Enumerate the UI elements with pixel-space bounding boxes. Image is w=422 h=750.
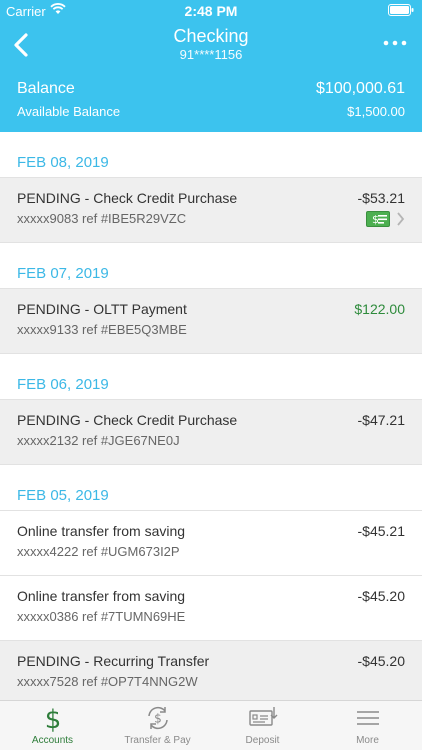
svg-text:$: $ (372, 213, 379, 226)
transaction-row[interactable]: PENDING - Check Credit Purchase xxxxx213… (0, 400, 422, 465)
transaction-amount: $122.00 (354, 301, 405, 317)
page-title: Checking (173, 26, 249, 46)
transaction-amount: -$53.21 (357, 190, 405, 206)
svg-text:$: $ (154, 712, 162, 726)
available-balance-row: Available Balance $1,500.00 (17, 104, 405, 120)
tab-label: Transfer & Pay (124, 735, 191, 746)
check-image-icon[interactable]: $ (366, 211, 390, 227)
svg-text:$: $ (44, 705, 61, 732)
header: Carrier 2:48 PM Checking 91****1156 Bala… (0, 0, 422, 132)
transaction-amount: -$45.21 (357, 523, 405, 539)
transaction-description: Online transfer from saving (17, 588, 186, 604)
transaction-amount: -$45.20 (357, 588, 405, 604)
tab-accounts[interactable]: $ Accounts (0, 701, 105, 750)
status-time: 2:48 PM (184, 3, 238, 19)
transaction-amount: -$45.20 (357, 653, 405, 669)
chevron-right-icon (397, 212, 405, 226)
title-block: Checking 91****1156 (80, 25, 342, 63)
nav-bar: Checking 91****1156 (0, 22, 422, 72)
transaction-description: PENDING - Check Credit Purchase (17, 190, 238, 206)
available-balance-label: Available Balance (17, 104, 121, 119)
transaction-description: PENDING - OLTT Payment (17, 301, 187, 317)
tab-label: Accounts (31, 735, 74, 746)
transaction-reference: xxxxx2132 ref #JGE67NE0J (17, 433, 180, 448)
ellipsis-icon (383, 40, 407, 46)
transaction-reference: xxxxx4222 ref #UGM673I2P (17, 544, 180, 559)
account-number: 91****1156 (179, 47, 243, 62)
battery-icon (388, 4, 414, 16)
more-options-button[interactable] (382, 30, 408, 56)
date-header: FEB 08, 2019 (0, 132, 422, 178)
available-balance-value: $1,500.00 (347, 104, 405, 119)
transaction-description: PENDING - Check Credit Purchase (17, 412, 238, 428)
date-header: FEB 07, 2019 (0, 243, 422, 289)
tab-label: Deposit (245, 735, 280, 746)
transaction-row[interactable]: PENDING - Recurring Transfer xxxxx7528 r… (0, 641, 422, 700)
transaction-description: Online transfer from saving (17, 523, 186, 539)
transaction-reference: xxxxx0386 ref #7TUMN69HE (17, 609, 186, 624)
transaction-amount: -$47.21 (357, 412, 405, 428)
balance-value: $100,000.61 (316, 80, 405, 97)
transaction-description: PENDING - Recurring Transfer (17, 653, 210, 669)
transfer-icon: $ (147, 706, 168, 730)
transaction-reference: xxxxx7528 ref #OP7T4NNG2W (17, 674, 198, 689)
transaction-reference: xxxxx9083 ref #IBE5R29VZC (17, 211, 187, 226)
tab-label: More (356, 735, 379, 746)
tab-deposit[interactable]: Deposit (210, 701, 315, 750)
back-button[interactable] (8, 28, 38, 62)
deposit-check-icon (248, 707, 277, 726)
tab-transfer-pay[interactable]: $ Transfer & Pay (105, 701, 210, 750)
date-header: FEB 06, 2019 (0, 354, 422, 400)
tab-more[interactable]: More (315, 701, 420, 750)
dollar-icon: $ (44, 705, 61, 732)
date-header: FEB 05, 2019 (0, 465, 422, 511)
transaction-row[interactable]: Online transfer from saving xxxxx4222 re… (0, 511, 422, 576)
balance-row: Balance $100,000.61 (17, 80, 405, 100)
chevron-left-icon (14, 33, 28, 57)
transaction-row[interactable]: Online transfer from saving xxxxx0386 re… (0, 576, 422, 641)
transaction-reference: xxxxx9133 ref #EBE5Q3MBE (17, 322, 187, 337)
status-bar: Carrier 2:48 PM (0, 0, 422, 22)
tab-bar: $ Accounts $ Transfer & Pay Deposit More (0, 700, 422, 750)
balance-label: Balance (17, 80, 75, 97)
menu-icon (356, 711, 379, 725)
transaction-list[interactable]: FEB 08, 2019 PENDING - Check Credit Purc… (0, 132, 422, 700)
transaction-row[interactable]: PENDING - OLTT Payment xxxxx9133 ref #EB… (0, 289, 422, 354)
transaction-row[interactable]: PENDING - Check Credit Purchase xxxxx908… (0, 178, 422, 243)
